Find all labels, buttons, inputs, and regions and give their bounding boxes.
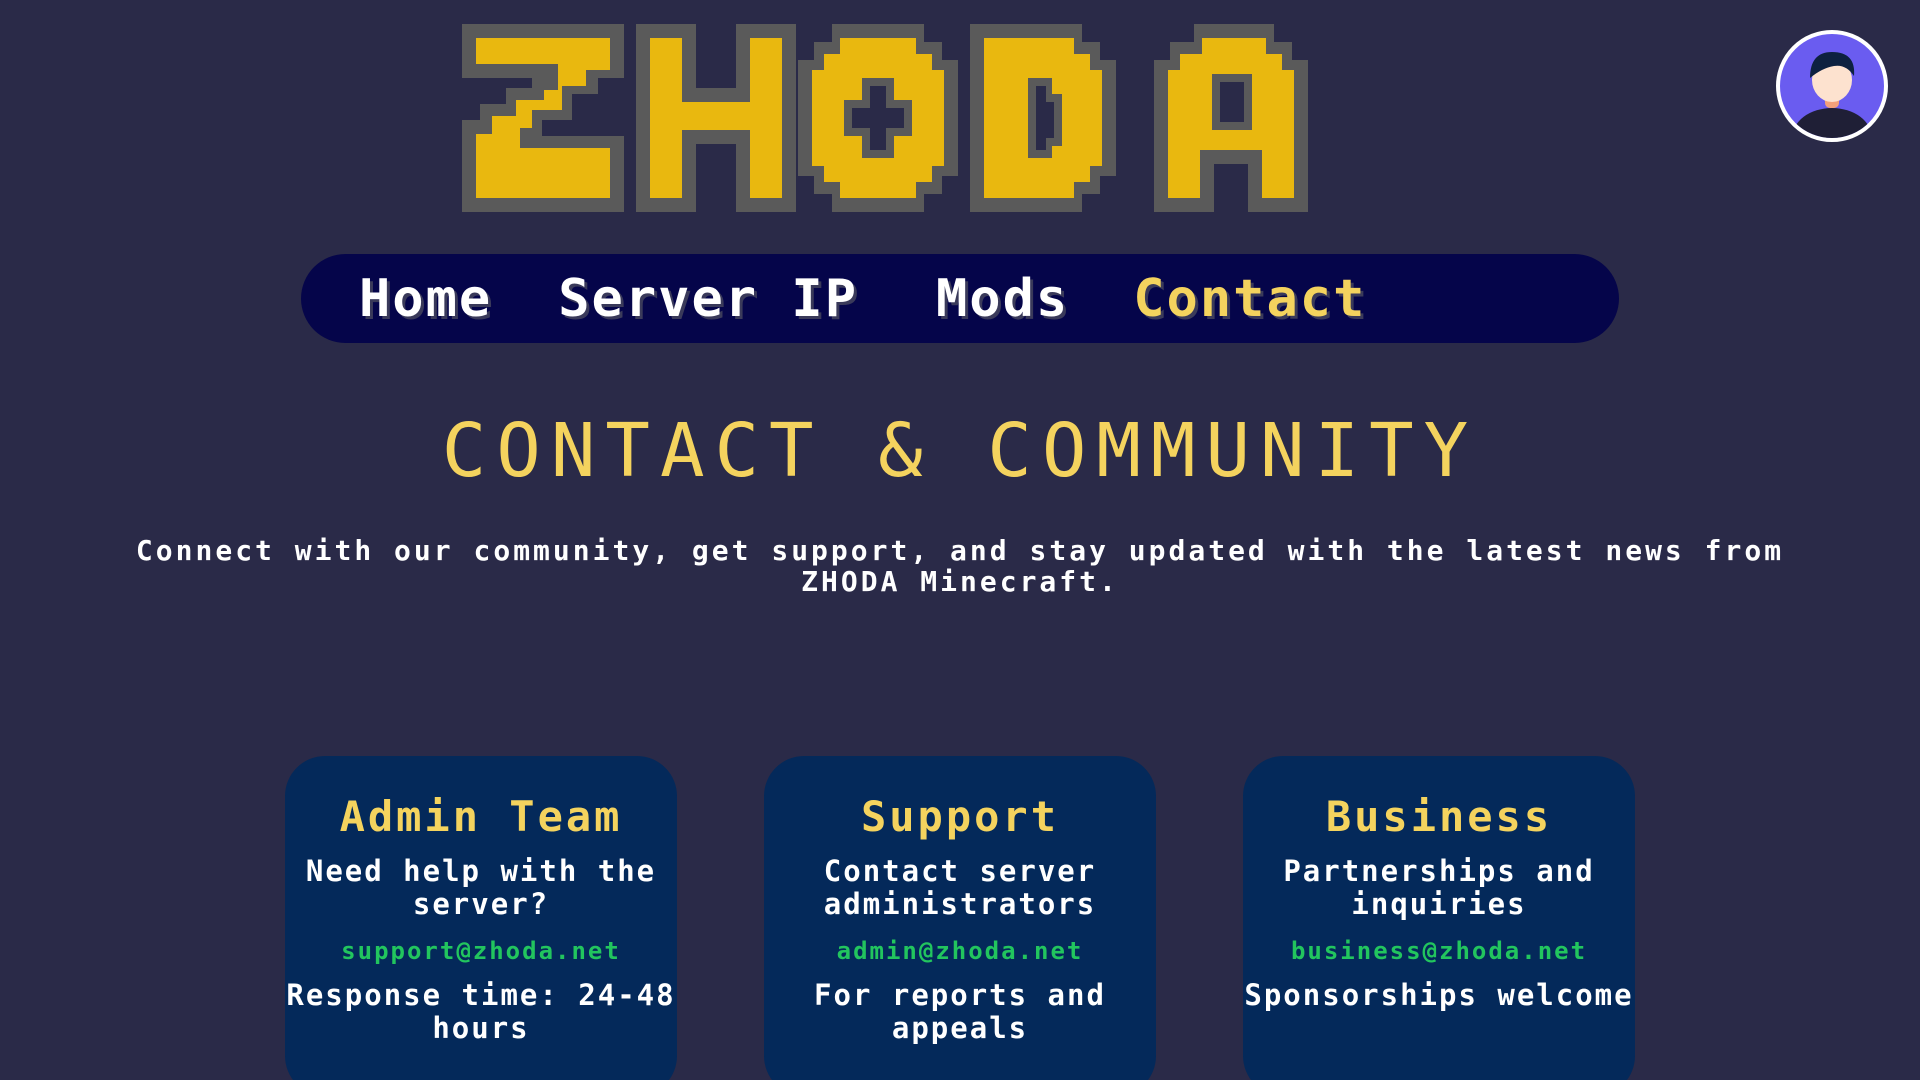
contact-card-support: Support Contact server administrators ad…: [764, 756, 1156, 1080]
contact-card-admin: Admin Team Need help with the server? su…: [285, 756, 677, 1080]
card-email-link[interactable]: business@zhoda.net: [1243, 937, 1635, 965]
nav-contact-link[interactable]: Contact: [1133, 269, 1366, 329]
card-email-link[interactable]: support@zhoda.net: [285, 937, 677, 965]
card-title: Admin Team: [339, 792, 623, 841]
user-avatar[interactable]: [1776, 30, 1888, 142]
card-note: Sponsorships welcome: [1244, 978, 1634, 1012]
site-logo[interactable]: [462, 24, 1436, 212]
logo-letter-o: [798, 24, 958, 212]
card-description: Need help with the server?: [305, 854, 657, 921]
contact-card-business: Business Partnerships and inquiries busi…: [1243, 756, 1635, 1080]
card-email-link[interactable]: admin@zhoda.net: [764, 937, 1156, 965]
nav-home-link[interactable]: Home: [359, 269, 492, 329]
card-description: Partnerships and inquiries: [1283, 854, 1595, 921]
logo-letter-d: [970, 24, 1116, 212]
logo-letter-h: [636, 24, 796, 212]
logo-graphic: [462, 24, 1308, 212]
nav-server-ip-link[interactable]: Server IP: [558, 269, 858, 329]
page-title: CONTACT & COMMUNITY: [441, 408, 1479, 494]
card-note: Response time: 24-48 hours: [286, 978, 676, 1045]
card-title: Support: [860, 792, 1059, 841]
page: Home Server IP Mods Contact CONTACT & CO…: [0, 0, 1920, 1080]
nav-mods-link[interactable]: Mods: [936, 269, 1069, 329]
logo-letter-a: [1154, 24, 1308, 212]
card-description: Contact server administrators: [823, 854, 1097, 921]
main-nav: Home Server IP Mods Contact: [301, 254, 1619, 343]
logo-letter-z: [462, 24, 624, 212]
card-title: Business: [1325, 792, 1553, 841]
card-note: For reports and appeals: [814, 978, 1106, 1045]
user-avatar-icon: [1792, 52, 1872, 138]
intro-text: Connect with our community, get support,…: [135, 534, 1785, 598]
